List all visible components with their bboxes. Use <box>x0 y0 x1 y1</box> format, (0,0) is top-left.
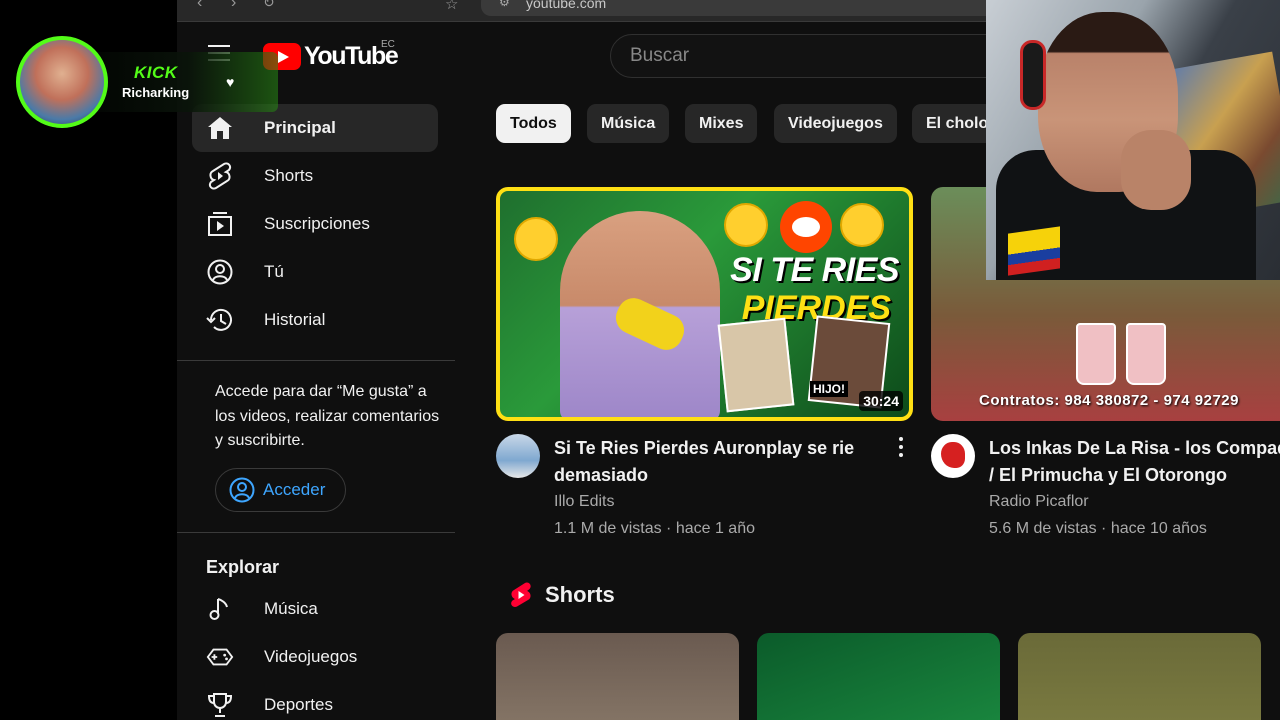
sidebar-item-label: Videojuegos <box>264 647 358 666</box>
video-title-line: Los Inkas De La Risa - los Compad <box>989 438 1280 458</box>
thumbnail-headline: SI TE RIES <box>730 251 899 289</box>
forward-icon[interactable]: › <box>231 0 236 12</box>
video-title[interactable]: Los Inkas De La Risa - los Compad / El P… <box>989 435 1280 488</box>
chip-videojuegos[interactable]: Videojuegos <box>774 104 897 143</box>
shorts-logo-icon <box>510 582 532 608</box>
shorts-title: Shorts <box>545 582 615 607</box>
address-bar[interactable]: ⚙ youtube.com <box>481 0 1001 16</box>
reload-icon[interactable]: ↻ <box>263 0 275 11</box>
thumbnail-glass <box>1126 323 1166 385</box>
kick-overlay: KICK Richarking ♥ <box>0 28 278 136</box>
subscriptions-icon <box>206 210 234 238</box>
heart-icon: ♥ <box>226 74 235 90</box>
chip-musica[interactable]: Música <box>587 104 670 143</box>
browser-toolbar: ‹ › ↻ ☆ ⚙ youtube.com <box>177 0 1001 22</box>
sidebar-divider <box>177 360 455 361</box>
thumbnail-watermark: Contratos: 984 380872 - 974 92729 <box>979 392 1239 409</box>
video-title[interactable]: Si Te Ries Pierdes Auronplay se rie dema… <box>554 435 884 488</box>
shorts-header: Shorts <box>510 582 615 608</box>
chip-mixes[interactable]: Mixes <box>685 104 758 143</box>
video-title-line: Si Te Ries Pierdes Auronplay se rie <box>554 438 855 458</box>
flag-icon <box>1008 226 1060 276</box>
trophy-icon <box>206 691 234 719</box>
site-info-icon[interactable]: ⚙ <box>499 0 510 9</box>
sidebar-divider <box>177 532 455 533</box>
video-meta: 5.6 M de vistas · hace 10 años <box>989 520 1207 537</box>
bookmark-icon[interactable]: ☆ <box>445 0 458 13</box>
sidebar-item-history[interactable]: Historial <box>192 296 438 344</box>
webcam-feed <box>986 0 1280 280</box>
video-title-line: demasiado <box>554 464 649 485</box>
stream-screen: ‹ › ↻ ☆ ⚙ youtube.com YouTube EC Princip… <box>0 0 1280 720</box>
channel-avatar[interactable] <box>931 434 975 478</box>
sidebar-item-videogames[interactable]: Videojuegos <box>192 633 438 681</box>
history-icon <box>206 306 234 334</box>
sidebar-item-sports[interactable]: Deportes <box>192 681 438 720</box>
sidebar: Principal Shorts Suscripciones Tú Histor… <box>177 102 455 720</box>
signin-button[interactable]: Acceder <box>215 468 346 512</box>
video-meta: 1.1 M de vistas · hace 1 año <box>554 520 755 537</box>
reddit-icon <box>780 201 832 253</box>
thumbnail-inset-photo <box>717 317 795 413</box>
laughing-emoji-icon <box>724 203 768 247</box>
channel-name[interactable]: Illo Edits <box>554 488 614 515</box>
laughing-emoji-icon <box>840 203 884 247</box>
gamepad-icon <box>206 643 234 671</box>
shorts-icon <box>206 162 234 190</box>
search-box <box>610 34 1030 78</box>
url-text: youtube.com <box>526 0 607 11</box>
thumbnail-glass <box>1076 323 1116 385</box>
account-icon <box>229 477 255 503</box>
user-circle-icon <box>206 258 234 286</box>
duration-badge: 30:24 <box>859 391 903 411</box>
back-icon[interactable]: ‹ <box>197 0 202 12</box>
kick-logo: KICK <box>134 63 178 82</box>
sidebar-item-label: Suscripciones <box>264 214 370 233</box>
youtube-logo[interactable]: YouTube EC <box>263 39 399 71</box>
sidebar-item-label: Deportes <box>264 695 333 714</box>
channel-avatar[interactable] <box>496 434 540 478</box>
thumbnail-tag: HIJO! <box>810 381 849 397</box>
sidebar-item-label: Historial <box>264 310 326 329</box>
music-note-icon <box>206 595 234 623</box>
streamer-hand <box>1121 130 1191 210</box>
search-input[interactable] <box>611 35 1029 77</box>
signin-label: Acceder <box>263 480 326 499</box>
sidebar-item-label: Tú <box>264 262 284 281</box>
headset-icon <box>1020 40 1046 110</box>
country-code: EC <box>381 39 395 50</box>
chip-todos[interactable]: Todos <box>496 104 571 143</box>
channel-name[interactable]: Radio Picaflor <box>989 488 1089 515</box>
sidebar-item-music[interactable]: Música <box>192 585 438 633</box>
video-title-line: / El Primucha y El Otorongo <box>989 464 1228 485</box>
more-options-icon[interactable] <box>898 437 904 457</box>
signin-prompt: Accede para dar “Me gusta” a los videos,… <box>215 383 440 449</box>
streamer-username: Richarking <box>122 85 190 100</box>
sidebar-item-label: Shorts <box>264 166 314 185</box>
short-thumbnail[interactable] <box>496 633 739 720</box>
laughing-emoji-icon <box>514 217 558 261</box>
sidebar-item-subscriptions[interactable]: Suscripciones <box>192 200 438 248</box>
short-thumbnail[interactable] <box>757 633 1000 720</box>
explore-heading: Explorar <box>206 557 280 577</box>
video-thumbnail[interactable]: SI TE RIES PIERDES HIJO! 30:24 <box>496 187 913 421</box>
sidebar-item-label: Música <box>264 599 318 618</box>
sidebar-item-shorts[interactable]: Shorts <box>192 152 438 200</box>
sidebar-item-you[interactable]: Tú <box>192 248 438 296</box>
streamer-avatar <box>16 36 108 128</box>
short-thumbnail[interactable] <box>1018 633 1261 720</box>
